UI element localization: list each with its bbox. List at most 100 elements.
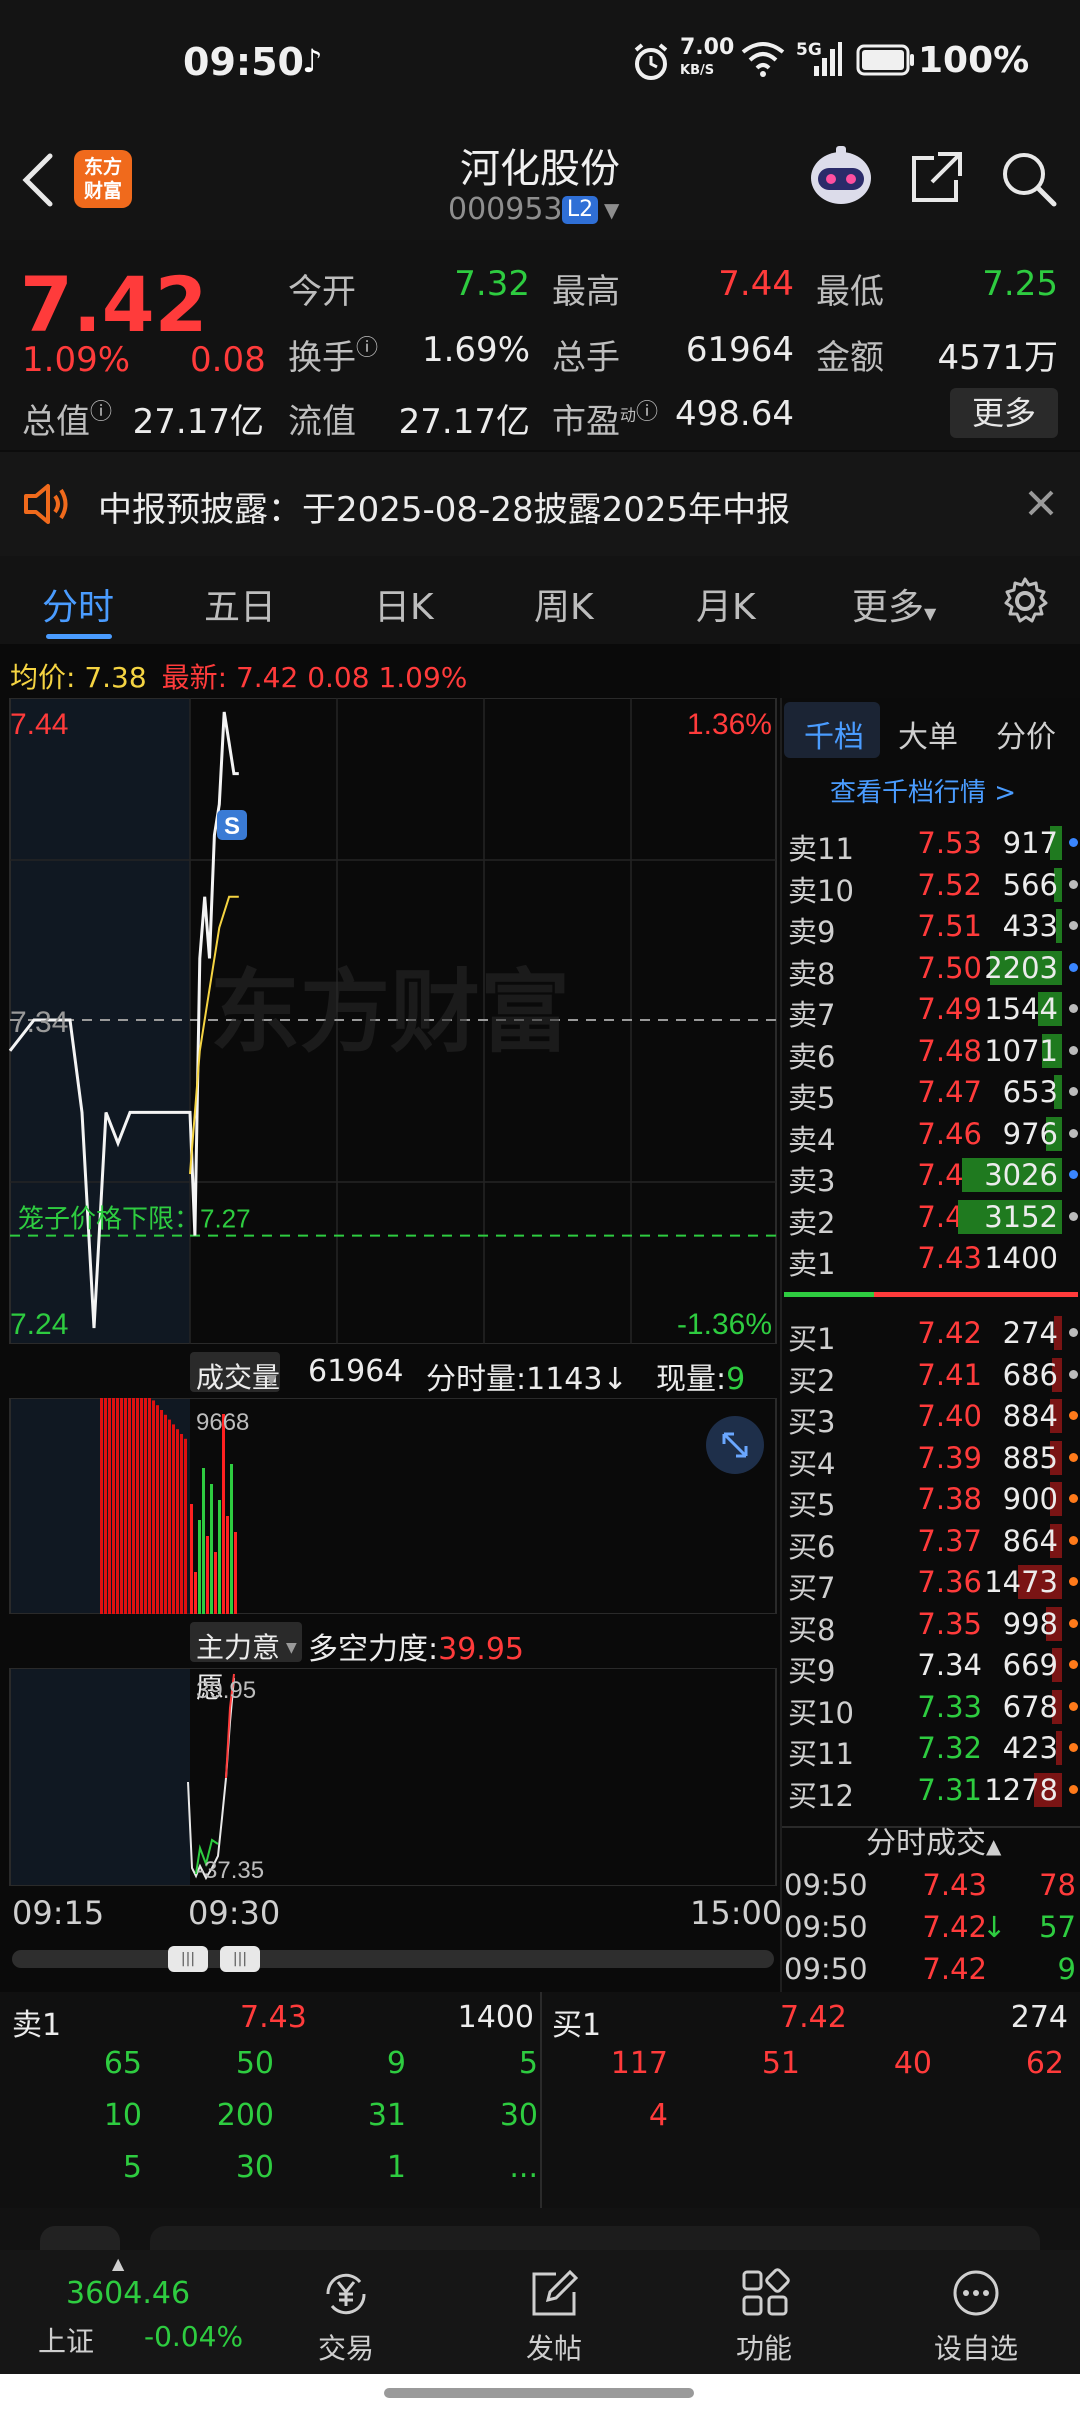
pe-label[interactable]: 市盈动ⓘ bbox=[552, 394, 658, 443]
volume-bar bbox=[164, 1526, 167, 1614]
tick-price: 7.43 bbox=[922, 1868, 987, 1902]
ask-level-row[interactable]: 卖5 7.47 653 bbox=[782, 1071, 1080, 1115]
price-line-chart[interactable]: 东方财富 7.44 7.34 7.24 1.36% -1.36% 笼子价格下限：… bbox=[0, 698, 780, 1344]
tab-weekly-k[interactable]: 周K bbox=[534, 578, 594, 630]
bid-level-row[interactable]: 买3 7.40 884 bbox=[782, 1395, 1080, 1439]
open-value: 7.32 bbox=[454, 264, 530, 304]
ask-level-row[interactable]: 卖10 7.52 566 bbox=[782, 864, 1080, 908]
bid-levels: 买1 7.42 274 买2 7.41 686 买3 7.40 884 买4 7.39 885 买5 7.… bbox=[782, 1312, 1080, 1822]
nav-add-watchlist[interactable]: 设自选 bbox=[906, 2268, 1046, 2367]
settings-gear-icon[interactable] bbox=[1000, 576, 1050, 626]
close-icon[interactable] bbox=[1026, 488, 1056, 518]
ask-level-row[interactable]: 卖4 7.46 976 bbox=[782, 1113, 1080, 1157]
tab-price-distribution[interactable]: 分价 bbox=[996, 712, 1056, 756]
bid-level-row[interactable]: 买5 7.38 900 bbox=[782, 1478, 1080, 1522]
bid-level-volume: 998 bbox=[1002, 1606, 1058, 1641]
pe-sup: 动 bbox=[620, 405, 637, 425]
ask-level-label: 卖5 bbox=[788, 1081, 836, 1115]
bid-level-row[interactable]: 买1 7.42 274 bbox=[782, 1312, 1080, 1356]
bid-level-row[interactable]: 买8 7.35 998 bbox=[782, 1603, 1080, 1647]
tab-intraday[interactable]: 分时 bbox=[42, 578, 114, 630]
bid-level-volume: 423 bbox=[1002, 1731, 1058, 1765]
nav-post[interactable]: 发帖 bbox=[484, 2268, 624, 2367]
bid-level-label: 买12 bbox=[788, 1778, 854, 1813]
scroll-handle-right[interactable]: ||| bbox=[220, 1946, 260, 1972]
view-full-depth-link[interactable]: 查看千档行情 > bbox=[830, 772, 1016, 809]
turnover-label[interactable]: 换手ⓘ bbox=[288, 330, 378, 379]
bid-level-row[interactable]: 买11 7.32 423 bbox=[782, 1727, 1080, 1771]
ask-level-row[interactable]: 卖1 7.43 1400 bbox=[782, 1237, 1080, 1281]
force-top-label: 39.95 bbox=[196, 1677, 256, 1704]
tab-thousand-level[interactable]: 千档 bbox=[804, 712, 864, 756]
ask-level-volume: 3026 bbox=[984, 1158, 1058, 1192]
float-label: 流值 bbox=[288, 402, 356, 442]
tab-daily-k[interactable]: 日K bbox=[374, 578, 434, 630]
index-value[interactable]: 3604.46 bbox=[66, 2276, 190, 2311]
notice-bar[interactable]: 中报预披露：于2025-08-28披露2025年中报 bbox=[0, 452, 1080, 556]
home-gesture-pill[interactable] bbox=[384, 2388, 694, 2398]
volume-bar bbox=[214, 1552, 217, 1614]
volume-bar bbox=[168, 1538, 171, 1614]
ask-level-row[interactable]: 卖2 7.44 3152 bbox=[782, 1196, 1080, 1240]
force-indicator-chart[interactable]: 39.95 -37.35 bbox=[0, 1668, 780, 1886]
ask-level-row[interactable]: 卖7 7.49 1544 bbox=[782, 988, 1080, 1032]
bid-level-row[interactable]: 买7 7.36 1473 bbox=[782, 1561, 1080, 1605]
bid-level-row[interactable]: 买2 7.41 686 bbox=[782, 1354, 1080, 1398]
ask-level-row[interactable]: 卖11 7.53 917 bbox=[782, 822, 1080, 866]
volume-bar bbox=[140, 1534, 143, 1614]
bottom-navigation: ▲ 3604.46 上证 -0.04% 交易 发帖 功能 设自选 bbox=[0, 2250, 1080, 2374]
current-volume: 现量:9 bbox=[656, 1354, 745, 1398]
watermark-text: 东方财富 bbox=[210, 963, 570, 1063]
pct-axis-top-label: 1.36% bbox=[687, 708, 772, 741]
expand-icon[interactable] bbox=[704, 1414, 766, 1476]
ask-level-volume: 917 bbox=[1002, 826, 1058, 860]
tab-five-day[interactable]: 五日 bbox=[204, 578, 276, 630]
ask-level-label: 卖8 bbox=[788, 956, 836, 991]
order-dot-icon bbox=[1069, 1577, 1078, 1586]
chevron-down-icon[interactable]: ▼ bbox=[604, 198, 619, 222]
order-dot-icon bbox=[1069, 1411, 1078, 1420]
ask-level-row[interactable]: 卖6 7.48 1071 bbox=[782, 1030, 1080, 1074]
nav-trade[interactable]: 交易 bbox=[276, 2268, 416, 2367]
volume-bar-chart[interactable]: 9668 bbox=[0, 1398, 780, 1614]
bid-level-row[interactable]: 买4 7.39 885 bbox=[782, 1437, 1080, 1481]
index-name[interactable]: 上证 bbox=[38, 2320, 94, 2360]
tab-more[interactable]: 更多▼ bbox=[852, 578, 936, 630]
comment-bar-peek[interactable] bbox=[0, 2208, 1080, 2256]
edit-icon bbox=[532, 2269, 579, 2316]
share-icon[interactable] bbox=[908, 150, 964, 206]
mktcap-label[interactable]: 总值ⓘ bbox=[22, 394, 112, 443]
tab-large-orders[interactable]: 大单 bbox=[898, 712, 958, 756]
tick-trades-title[interactable]: 分时成交▲ bbox=[866, 1818, 1001, 1862]
ask-level-row[interactable]: 卖8 7.50 2203 bbox=[782, 947, 1080, 991]
more-dots-icon bbox=[953, 2270, 999, 2316]
sell-signal-marker[interactable]: S bbox=[217, 810, 247, 840]
latest-value: 7.42 bbox=[235, 661, 299, 694]
speaker-icon bbox=[24, 484, 68, 524]
bid-level-row[interactable]: 买10 7.33 678 bbox=[782, 1686, 1080, 1730]
bid-level-row[interactable]: 买6 7.37 864 bbox=[782, 1520, 1080, 1564]
search-icon[interactable] bbox=[1000, 150, 1058, 208]
ask-level-row[interactable]: 卖9 7.51 433 bbox=[782, 905, 1080, 949]
scroll-handle-left[interactable]: ||| bbox=[168, 1946, 208, 1972]
grid-apps-icon bbox=[742, 2268, 790, 2316]
robot-assistant-icon[interactable] bbox=[806, 144, 876, 210]
bid-level-label: 买10 bbox=[788, 1695, 854, 1730]
bid-level-row[interactable]: 买12 7.31 1278 bbox=[782, 1769, 1080, 1813]
change-percent: 1.09% bbox=[22, 340, 131, 380]
tiktok-icon: ♪ bbox=[302, 42, 323, 80]
ask-level-row[interactable]: 卖3 7.45 3026 bbox=[782, 1154, 1080, 1198]
tab-active-indicator bbox=[46, 634, 112, 639]
level2-badge[interactable]: L2 bbox=[562, 196, 598, 224]
more-button[interactable]: 更多 bbox=[950, 388, 1058, 438]
volume-max-label: 9668 bbox=[196, 1409, 249, 1436]
bid-level-label: 买7 bbox=[788, 1571, 836, 1605]
timeline-scrollbar[interactable] bbox=[12, 1950, 774, 1968]
tab-monthly-k[interactable]: 月K bbox=[696, 578, 756, 630]
current-volume-value: 9 bbox=[726, 1362, 746, 1397]
bid-level-price: 7.39 bbox=[917, 1440, 982, 1475]
ask-bid-ratio-red bbox=[874, 1292, 1078, 1297]
bid-level-row[interactable]: 买9 7.34 669 bbox=[782, 1644, 1080, 1688]
tab-more-label: 更多 bbox=[852, 587, 925, 628]
nav-functions[interactable]: 功能 bbox=[694, 2268, 834, 2367]
